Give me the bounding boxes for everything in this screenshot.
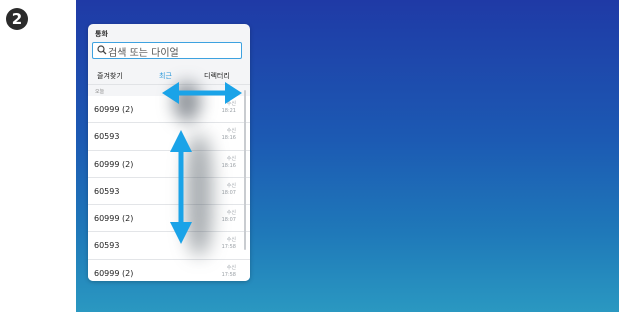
call-time: 18:16 (221, 135, 236, 142)
call-number: 60999 (2) (94, 105, 134, 114)
call-number: 60593 (94, 132, 120, 142)
call-status: 수신 17:58 (221, 264, 236, 278)
call-time: 18:21 (221, 108, 236, 114)
tab-recent[interactable]: 최근 (159, 71, 172, 81)
list-item[interactable]: 60999 (2) 수신 17:58 (88, 259, 250, 281)
date-section-header: 오늘 (95, 89, 105, 95)
list-scrollbar[interactable] (244, 90, 246, 250)
call-status: 수신 18:07 (221, 210, 236, 224)
tab-directory[interactable]: 디렉터리 (204, 71, 230, 81)
list-item[interactable]: 60593 수신 18:16 (88, 123, 250, 151)
list-item[interactable]: 60999 (2) 수신 18:16 (88, 150, 250, 178)
finger-drag-blur (186, 135, 212, 255)
list-item[interactable]: 60593 수신 17:58 (88, 232, 250, 260)
search-input[interactable]: 검색 또는 다이얼 (92, 42, 242, 59)
recent-calls-list: 60999 (2) 수신 18:21 60593 수신 18:16 60999 (2… (88, 96, 250, 281)
search-icon (97, 45, 107, 55)
call-time: 17:58 (221, 271, 236, 278)
panel-title: 통화 (95, 30, 108, 38)
call-number: 60593 (94, 186, 120, 196)
call-time: 18:07 (221, 189, 236, 196)
call-number: 60999 (2) (94, 159, 134, 169)
list-item[interactable]: 60593 수신 18:07 (88, 177, 250, 206)
call-status: 수신 18:21 (221, 101, 236, 114)
call-status: 수신 18:16 (221, 155, 236, 169)
finger-touch-blur (173, 82, 201, 122)
call-status: 수신 17:58 (221, 237, 236, 251)
step-number-badge: 2 (6, 8, 28, 30)
call-number: 60999 (2) (94, 268, 134, 278)
list-item[interactable]: 60999 (2) 수신 18:21 (88, 96, 250, 124)
call-time: 17:58 (221, 244, 236, 251)
calls-panel: 통화 검색 또는 다이얼 즐겨찾기 최근 디렉터리 오늘 60999 (2) 수… (88, 24, 250, 281)
call-time: 18:07 (221, 217, 236, 224)
call-number: 60593 (94, 241, 120, 251)
search-placeholder: 검색 또는 다이얼 (108, 48, 179, 59)
call-number: 60999 (2) (94, 214, 134, 224)
list-item[interactable]: 60999 (2) 수신 18:07 (88, 205, 250, 233)
call-status: 수신 18:07 (221, 182, 236, 196)
tab-bar: 즐겨찾기 최근 디렉터리 (88, 68, 250, 85)
call-status: 수신 18:16 (221, 128, 236, 142)
call-time: 18:16 (221, 162, 236, 169)
device-screen: 통화 검색 또는 다이얼 즐겨찾기 최근 디렉터리 오늘 60999 (2) 수… (76, 0, 619, 312)
tab-favorites[interactable]: 즐겨찾기 (97, 71, 123, 81)
